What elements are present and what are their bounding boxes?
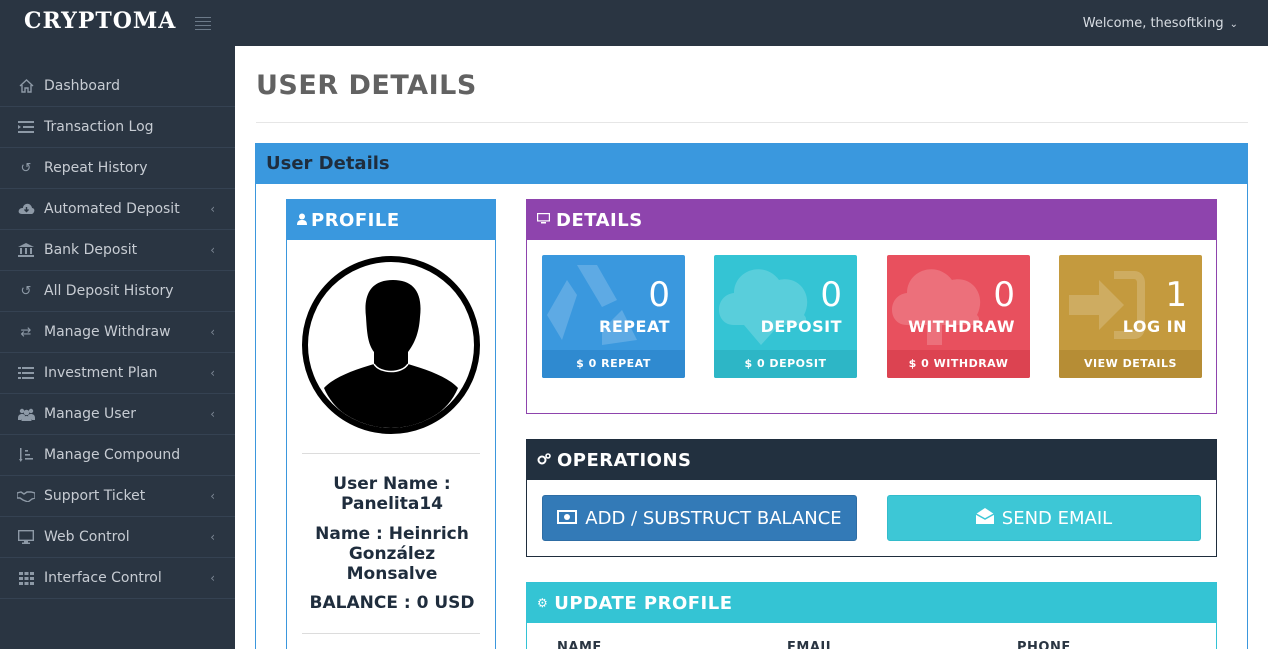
sidebar-item-interface-control[interactable]: Interface Control ‹ — [0, 558, 235, 599]
recycle-icon — [547, 265, 637, 345]
chevron-left-icon: ‹ — [210, 243, 215, 257]
cogs-icon — [537, 452, 551, 468]
operations-card: OPERATIONS ADD / SUBSTRUCT BALANCE SEND … — [526, 439, 1217, 557]
add-subtract-balance-button[interactable]: ADD / SUBSTRUCT BALANCE — [542, 495, 857, 541]
profile-username: User Name : Panelita14 — [333, 474, 451, 514]
sidebar-item-manage-user[interactable]: Manage User ‹ — [0, 394, 235, 435]
operations-card-title: OPERATIONS — [557, 449, 692, 471]
chevron-down-icon: ⌄ — [1229, 19, 1238, 30]
profile-card-title: PROFILE — [311, 209, 400, 231]
sidebar-item-transaction-log[interactable]: Transaction Log — [0, 107, 235, 148]
chevron-left-icon: ‹ — [210, 202, 215, 216]
phone-field-label: PHONE — [1017, 640, 1071, 649]
cog-icon: ⚙ — [537, 596, 549, 610]
deposit-stat-tile[interactable]: 0 DEPOSIT $ 0 DEPOSIT — [714, 255, 857, 378]
cloud-upload-icon — [892, 269, 981, 345]
update-profile-title: UPDATE PROFILE — [554, 592, 733, 614]
user-details-panel: User Details PROFILE User Name : Panelit… — [255, 143, 1248, 649]
envelope-open-icon — [975, 508, 995, 528]
login-stat-tile[interactable]: 1 LOG IN VIEW DETAILS — [1059, 255, 1202, 378]
deposit-label: DEPOSIT — [760, 317, 842, 336]
main-content: USER DETAILS User Details PROFILE User N… — [235, 46, 1268, 649]
list-icon — [17, 366, 35, 380]
money-icon — [557, 509, 578, 528]
sidebar-item-all-deposit-history[interactable]: ↺ All Deposit History — [0, 271, 235, 312]
sidebar-item-web-control[interactable]: Web Control ‹ — [0, 517, 235, 558]
sidebar-item-automated-deposit[interactable]: Automated Deposit ‹ — [0, 189, 235, 230]
chevron-left-icon: ‹ — [210, 571, 215, 585]
chevron-left-icon: ‹ — [210, 325, 215, 339]
list-indent-icon — [17, 120, 35, 134]
sign-in-icon — [1069, 271, 1145, 339]
operations-card-header: OPERATIONS — [527, 440, 1216, 480]
deposit-count: 0 — [820, 275, 842, 315]
profile-balance: BALANCE : 0 USD — [309, 593, 475, 613]
name-field-label: NAME — [557, 640, 602, 649]
profile-divider — [302, 633, 480, 634]
details-card: DETAILS 0 REPEAT $ 0 REPEAT 0 DEPOSIT $ … — [526, 199, 1217, 414]
profile-fullname: Name : Heinrich González Monsalve — [315, 524, 469, 584]
profile-card: PROFILE User Name : Panelita14 Name : He… — [286, 199, 496, 649]
sidebar-item-manage-compound[interactable]: Manage Compound — [0, 435, 235, 476]
grid-icon — [17, 571, 35, 585]
user-menu[interactable]: Welcome, thesoftking ⌄ — [1083, 16, 1238, 31]
top-navbar: CRYPTOMA Welcome, thesoftking ⌄ — [0, 0, 1268, 46]
handshake-icon — [17, 489, 35, 503]
desktop-icon — [17, 530, 35, 544]
sidebar-item-manage-withdraw[interactable]: ⇄ Manage Withdraw ‹ — [0, 312, 235, 353]
update-profile-header: ⚙ UPDATE PROFILE — [527, 583, 1216, 623]
page-title: USER DETAILS — [256, 70, 477, 101]
sidebar-item-investment-plan[interactable]: Investment Plan ‹ — [0, 353, 235, 394]
avatar — [302, 256, 480, 434]
update-profile-card: ⚙ UPDATE PROFILE NAME EMAIL PHONE — [526, 582, 1217, 649]
home-icon — [17, 79, 35, 93]
profile-card-header: PROFILE — [287, 200, 495, 240]
cloud-download-icon — [719, 269, 808, 345]
chevron-left-icon: ‹ — [210, 489, 215, 503]
history-icon: ↺ — [20, 160, 32, 176]
bank-icon — [17, 243, 35, 257]
withdraw-count: 0 — [993, 275, 1015, 315]
app-logo[interactable]: CRYPTOMA — [24, 8, 176, 34]
welcome-text: Welcome, thesoftking — [1082, 16, 1224, 31]
sort-amount-icon — [17, 447, 35, 462]
sidebar-item-bank-deposit[interactable]: Bank Deposit ‹ — [0, 230, 235, 271]
menu-toggle-icon[interactable] — [195, 17, 211, 30]
sidebar-item-support-ticket[interactable]: Support Ticket ‹ — [0, 476, 235, 517]
history-icon: ↺ — [20, 283, 32, 299]
login-count: 1 — [1165, 275, 1187, 315]
withdraw-label: WITHDRAW — [908, 317, 1015, 336]
deposit-footer[interactable]: $ 0 DEPOSIT — [714, 350, 857, 378]
repeat-stat-tile[interactable]: 0 REPEAT $ 0 REPEAT — [542, 255, 685, 378]
send-email-button[interactable]: SEND EMAIL — [887, 495, 1201, 541]
sidebar-item-repeat-history[interactable]: ↺ Repeat History — [0, 148, 235, 189]
login-label: LOG IN — [1122, 317, 1187, 336]
profile-divider — [302, 453, 480, 454]
exchange-icon: ⇄ — [20, 324, 32, 340]
sidebar-item-dashboard[interactable]: Dashboard — [0, 66, 235, 107]
chevron-left-icon: ‹ — [210, 366, 215, 380]
chevron-left-icon: ‹ — [210, 530, 215, 544]
repeat-label: REPEAT — [599, 317, 670, 336]
panel-title: User Details — [256, 144, 1247, 184]
view-details-link[interactable]: VIEW DETAILS — [1059, 350, 1202, 378]
title-divider — [256, 122, 1248, 123]
sidebar: Dashboard Transaction Log ↺ Repeat Histo… — [0, 46, 235, 649]
desktop-icon — [537, 213, 551, 227]
repeat-count: 0 — [648, 275, 670, 315]
cloud-download-icon — [17, 202, 35, 216]
details-card-header: DETAILS — [527, 200, 1216, 240]
email-field-label: EMAIL — [787, 640, 835, 649]
user-icon — [297, 213, 307, 228]
details-card-title: DETAILS — [556, 209, 643, 231]
chevron-left-icon: ‹ — [210, 407, 215, 421]
withdraw-footer[interactable]: $ 0 WITHDRAW — [887, 350, 1030, 378]
users-icon — [17, 407, 35, 421]
repeat-footer[interactable]: $ 0 REPEAT — [542, 350, 685, 378]
withdraw-stat-tile[interactable]: 0 WITHDRAW $ 0 WITHDRAW — [887, 255, 1030, 378]
